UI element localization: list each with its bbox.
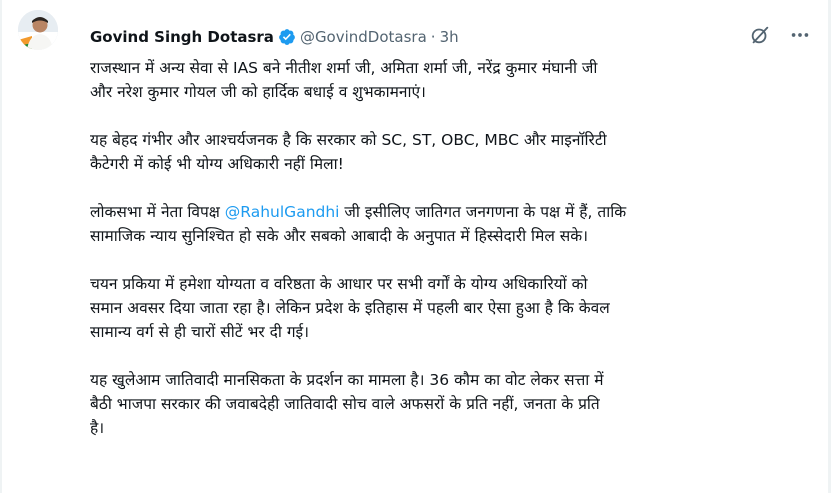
timestamp[interactable]: 3h bbox=[440, 28, 459, 46]
text-line: चयन प्रकिया में हमेशा योग्यता व वरिष्ठता… bbox=[90, 275, 588, 293]
tweet-header: Govind Singh Dotasra @GovindDotasra · 3h bbox=[90, 24, 459, 50]
text-line: बैठी भाजपा सरकार की जवाबदेही जातिवादी सो… bbox=[90, 395, 600, 413]
avatar[interactable] bbox=[18, 10, 58, 50]
grok-icon[interactable] bbox=[749, 24, 771, 46]
text-line: लोकसभा में नेता विपक्ष @RahulGandhi जी इ… bbox=[90, 200, 798, 224]
tweet-card: Govind Singh Dotasra @GovindDotasra · 3h bbox=[0, 0, 831, 493]
author-name[interactable]: Govind Singh Dotasra bbox=[90, 28, 274, 46]
more-options-icon[interactable] bbox=[789, 24, 811, 46]
text-segment: जी इसीलिए जातिगत जनगणना के पक्ष में हैं,… bbox=[339, 203, 627, 221]
text-line: समान अवसर दिया जाता रहा है। लेकिन प्रदेश… bbox=[90, 299, 610, 317]
verified-badge-icon bbox=[278, 28, 296, 46]
text-segment: लोकसभा में नेता विपक्ष bbox=[90, 203, 225, 221]
avatar-image bbox=[18, 10, 58, 50]
paragraph-accountability: यह खुलेआम जातिवादी मानसिकता के प्रदर्शन … bbox=[90, 368, 798, 440]
author-handle[interactable]: @GovindDotasra bbox=[300, 28, 427, 46]
paragraph-concern: यह बेहद गंभीर और आश्चर्यजनक है कि सरकार … bbox=[90, 128, 798, 176]
paragraph-mention: लोकसभा में नेता विपक्ष @RahulGandhi जी इ… bbox=[90, 200, 798, 248]
text-line: है। bbox=[90, 419, 105, 437]
text-line: सामान्य वर्ग से ही चारों सीटें भर दी गई। bbox=[90, 323, 310, 341]
mention-link[interactable]: @RahulGandhi bbox=[225, 203, 340, 221]
text-line: यह खुलेआम जातिवादी मानसिकता के प्रदर्शन … bbox=[90, 371, 604, 389]
text-line: राजस्थान में अन्य सेवा से IAS बने नीतीश … bbox=[90, 59, 598, 77]
text-line: कैटेगरी में कोई भी योग्य अधिकारी नहीं मि… bbox=[90, 155, 344, 173]
text-line: और नरेश कुमार गोयल जी को हार्दिक बधाई व … bbox=[90, 83, 426, 101]
left-border bbox=[0, 0, 2, 493]
paragraph-congrats: राजस्थान में अन्य सेवा से IAS बने नीतीश … bbox=[90, 56, 798, 104]
separator-dot: · bbox=[430, 28, 436, 46]
text-line: यह बेहद गंभीर और आश्चर्यजनक है कि सरकार … bbox=[90, 131, 607, 149]
tweet-text: राजस्थान में अन्य सेवा से IAS बने नीतीश … bbox=[90, 56, 798, 464]
tweet-actions bbox=[749, 24, 811, 46]
text-line: सामाजिक न्याय सुनिश्चित हो सके और सबको आ… bbox=[90, 227, 589, 245]
paragraph-selection: चयन प्रकिया में हमेशा योग्यता व वरिष्ठता… bbox=[90, 272, 798, 344]
